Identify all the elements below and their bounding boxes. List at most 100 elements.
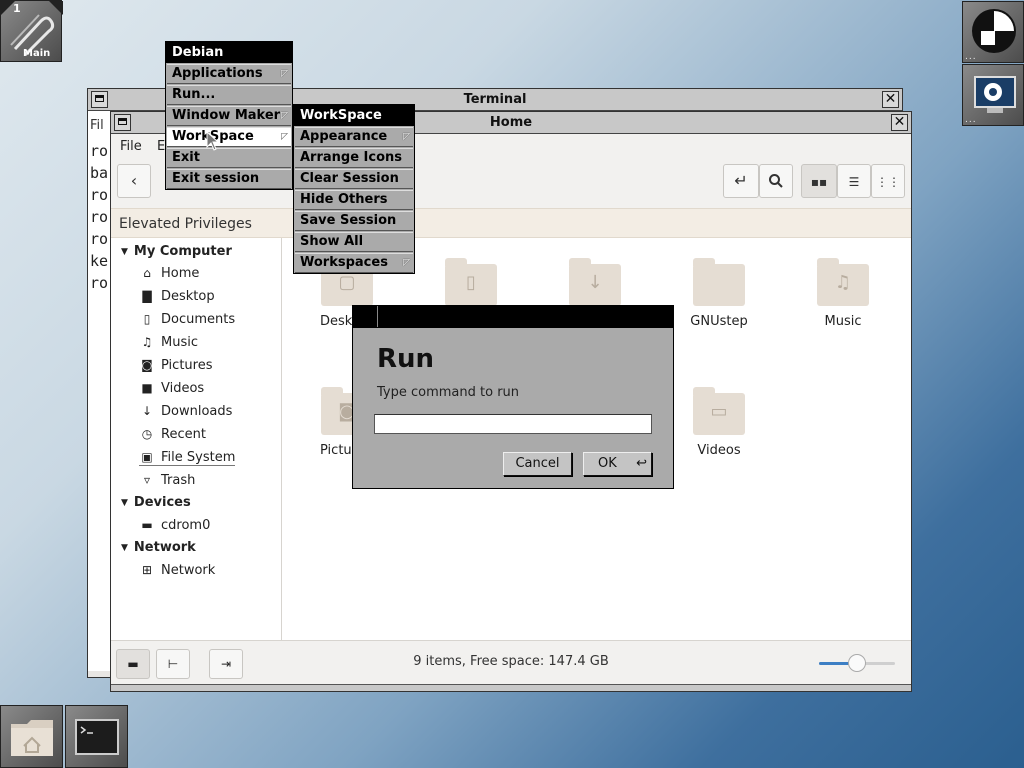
file-item-music[interactable]: ♫ Music <box>798 258 888 329</box>
enter-icon: ↵ <box>734 171 748 190</box>
appicon-terminal[interactable] <box>65 705 128 768</box>
dock-debian-tile[interactable]: ... <box>962 1 1024 63</box>
run-dialog-prompt: Type command to run <box>377 385 520 400</box>
dock-display-tile[interactable]: ... <box>962 64 1024 126</box>
menu-file[interactable]: File <box>120 139 142 154</box>
music-icon: ♫ <box>141 335 153 349</box>
sidebar-section-devices[interactable]: Devices <box>121 495 191 510</box>
terminal-title: Terminal <box>463 92 527 107</box>
compact-icon: ⋮⋮ <box>876 175 900 189</box>
terminal-menu-fragment: Fil <box>90 118 104 133</box>
menu-item-show-all[interactable]: Show All <box>295 232 413 252</box>
ok-button[interactable]: OK ↩ <box>583 452 652 476</box>
sidebar-item-videos[interactable]: ■ Videos <box>139 381 204 396</box>
menu-item-workspaces[interactable]: Workspaces ◸ <box>295 253 413 273</box>
terminal-line: ro <box>90 274 109 292</box>
sidebar-item-network[interactable]: ⊞ Network <box>139 563 215 578</box>
menu-item-clear-session[interactable]: Clear Session <box>295 169 413 189</box>
workspace-name: Main <box>23 48 51 59</box>
camera-icon: ◙ <box>141 358 153 372</box>
terminal-line: ro <box>90 186 109 204</box>
workspace-number: 1 <box>13 2 21 15</box>
filemanager-title: Home <box>489 115 533 130</box>
menu-item-hide-others[interactable]: Hide Others <box>295 190 413 210</box>
workspace-submenu-title[interactable]: WorkSpace <box>294 105 414 126</box>
desktop-icon: ▇ <box>142 289 152 303</box>
menu-item-run[interactable]: Run... <box>167 85 291 105</box>
location-toggle-button[interactable]: ↵ <box>723 164 759 198</box>
filemanager-resize-bar[interactable] <box>111 684 911 691</box>
terminal-line: ro <box>90 230 109 248</box>
sidebar-item-music[interactable]: ♫ Music <box>139 335 198 350</box>
filemanager-statusbar: ▬ ⊢ ⇥ 9 items, Free space: 147.4 GB <box>111 640 911 685</box>
file-item-downloads[interactable]: ↓ <box>550 258 640 306</box>
menu-item-workspace[interactable]: WorkSpace ◸ <box>167 127 291 147</box>
submenu-arrow-icon: ◸ <box>403 132 410 142</box>
menu-item-applications[interactable]: Applications ◸ <box>167 64 291 84</box>
workspace-clip[interactable]: 1 Main <box>0 0 63 62</box>
root-menu-title[interactable]: Debian <box>166 42 292 63</box>
search-icon <box>769 174 783 188</box>
monitor-icon <box>974 76 1016 113</box>
folder-icon: ▭ <box>693 387 745 435</box>
menu-item-window-maker[interactable]: Window Maker ◸ <box>167 106 291 126</box>
icon-view-button[interactable]: ▪▪ <box>801 164 837 198</box>
sidebar-item-home[interactable]: ⌂ Home <box>139 266 199 281</box>
compact-view-button[interactable]: ⋮⋮ <box>871 164 905 198</box>
sidebar-item-pictures[interactable]: ◙ Pictures <box>139 358 212 373</box>
menu-item-arrange-icons[interactable]: Arrange Icons <box>295 148 413 168</box>
terminal-minimize-button[interactable] <box>91 91 108 108</box>
workspace-submenu: WorkSpace Appearance ◸ Arrange Icons Clea… <box>293 104 415 274</box>
appicon-file-manager[interactable] <box>0 705 63 768</box>
filemanager-close-button[interactable]: ✕ <box>891 114 908 131</box>
menu-item-exit-session[interactable]: Exit session <box>167 169 291 189</box>
filemanager-minimize-button[interactable] <box>114 114 131 131</box>
chevron-left-icon: ‹ <box>130 171 138 190</box>
sidebar: My Computer ⌂Home ▇Desktop ▯Documents ♫M… <box>111 238 282 641</box>
sidebar-item-desktop[interactable]: ▇ Desktop <box>139 289 214 304</box>
file-item-videos[interactable]: ▭ Videos <box>674 387 764 458</box>
mouse-cursor-icon <box>206 131 220 151</box>
sidebar-section-network[interactable]: Network <box>121 540 196 555</box>
terminal-text-area[interactable]: Fil ro ba ro ro ro ke ro <box>88 111 112 671</box>
drive-icon: ▣ <box>141 450 153 464</box>
terminal-close-button[interactable]: ✕ <box>882 91 899 108</box>
terminal-icon <box>75 719 119 755</box>
sidebar-item-documents[interactable]: ▯ Documents <box>139 312 235 327</box>
home-folder-icon <box>11 720 53 756</box>
root-menu: Debian Applications ◸ Run... Window Maker… <box>165 41 293 190</box>
elevated-privileges-banner: Elevated Privileges <box>111 208 911 238</box>
run-dialog-heading: Run <box>377 344 435 374</box>
menu-edit[interactable]: E <box>157 139 165 154</box>
grid-icon: ▪▪ <box>810 175 828 189</box>
menu-item-exit[interactable]: Exit <box>167 148 291 168</box>
sidebar-item-cdrom0[interactable]: ▬ cdrom0 <box>139 518 210 533</box>
file-item-gnustep[interactable]: GNUstep <box>674 258 764 329</box>
trash-icon: ▿ <box>143 473 151 487</box>
file-item-documents[interactable]: ▯ <box>426 258 516 306</box>
terminal-line: ro <box>90 142 109 160</box>
folder-icon: ↓ <box>569 258 621 306</box>
sidebar-item-trash[interactable]: ▿ Trash <box>139 473 195 488</box>
sidebar-item-recent[interactable]: ◷ Recent <box>139 427 206 442</box>
run-dialog: Run Type command to run Cancel OK ↩ <box>352 305 674 489</box>
back-button[interactable]: ‹ <box>117 164 151 198</box>
run-command-input[interactable] <box>374 414 652 434</box>
run-dialog-titlebar[interactable] <box>353 306 673 328</box>
zoom-slider[interactable] <box>819 654 895 672</box>
menu-item-appearance[interactable]: Appearance ◸ <box>295 127 413 147</box>
sidebar-item-downloads[interactable]: ↓ Downloads <box>139 404 232 419</box>
sidebar-item-file-system[interactable]: ▣ File System <box>139 450 236 466</box>
list-view-button[interactable]: ☰ <box>837 164 871 198</box>
dock-dots: ... <box>965 52 977 62</box>
return-key-icon: ↩ <box>636 456 647 471</box>
sidebar-section-my-computer[interactable]: My Computer <box>121 244 232 259</box>
home-icon: ⌂ <box>143 266 151 280</box>
search-button[interactable] <box>759 164 793 198</box>
clock-icon: ◷ <box>141 427 153 441</box>
submenu-arrow-icon: ◸ <box>281 69 288 79</box>
cancel-button[interactable]: Cancel <box>503 452 572 476</box>
menu-item-save-session[interactable]: Save Session <box>295 211 413 231</box>
zoom-slider-handle[interactable] <box>848 654 866 672</box>
terminal-line: ro <box>90 208 109 226</box>
